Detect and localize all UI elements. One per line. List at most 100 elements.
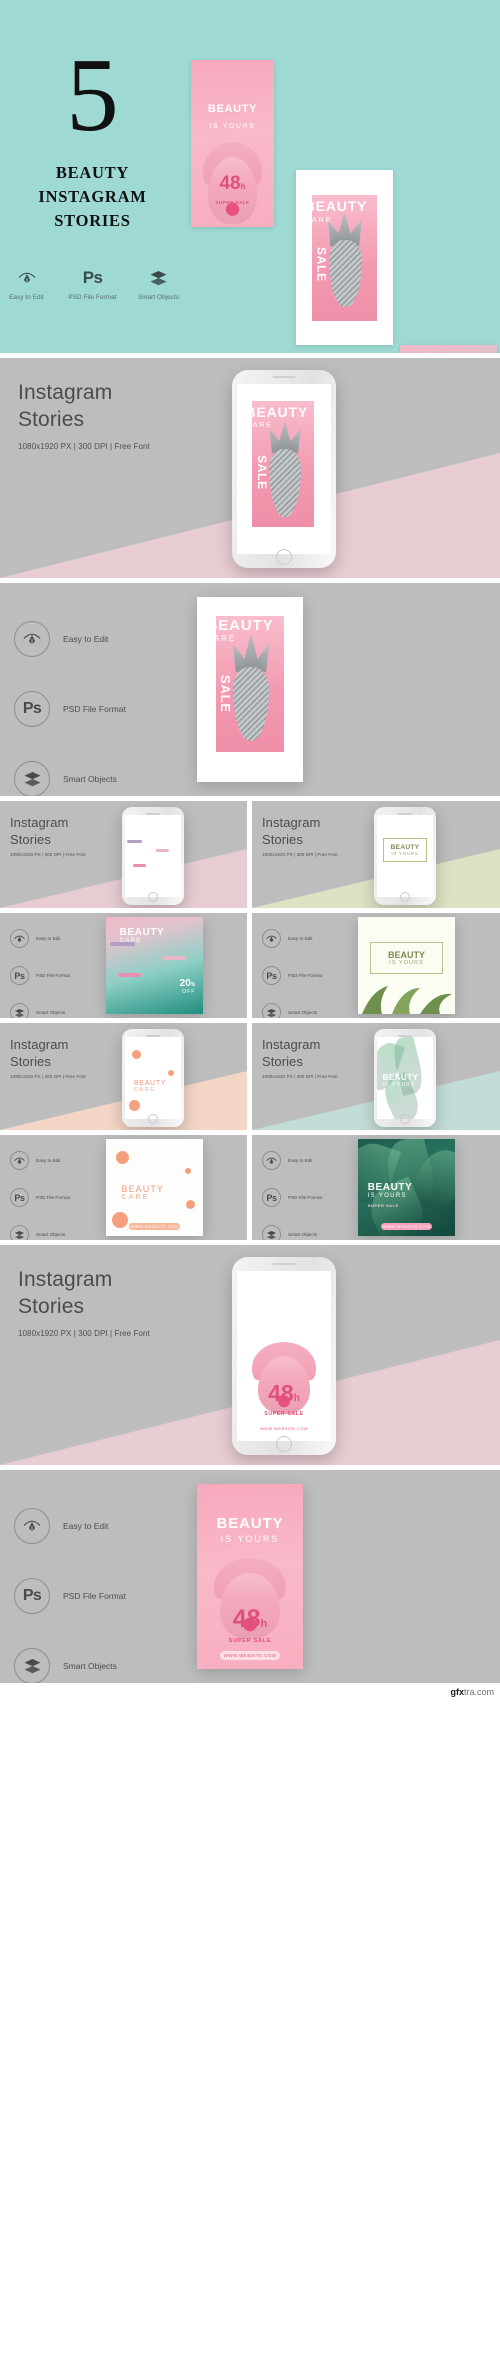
- hero-feature-label: Easy to Edit: [9, 293, 44, 301]
- phone-mockup: BEAUTY CARE: [122, 1029, 184, 1127]
- screen-discount-label: OFF: [164, 872, 176, 878]
- phone-mockup: BEAUTY IS YOURS: [374, 1029, 436, 1127]
- card-website-badge: WWW.WEBSITE.COM: [220, 1650, 280, 1660]
- mini-title-2: Stories: [10, 831, 51, 847]
- phone-home-button[interactable]: [148, 1114, 158, 1124]
- layers-stack-icon: [10, 1003, 29, 1018]
- feature-row-smart-objects: Smart Objects: [14, 1648, 126, 1683]
- panel-spec: 1080x1920 PX | 300 DPI | Free Font: [18, 441, 150, 451]
- thumb-sub-label: CARE: [304, 215, 333, 224]
- mini-spec: 1080x1920 PX | 300 DPI | Free Font: [10, 1074, 86, 1080]
- story-thumb-hand[interactable]: BEAUTY CARE 20% OFF WWW.WEBSITE.COM: [400, 345, 497, 353]
- screen-sub-label: IS YOURS: [257, 1322, 311, 1331]
- panel-title-2: Stories: [18, 1294, 85, 1318]
- pen-nib-icon: [14, 1508, 50, 1544]
- mini-features-green: Easy to Edit Ps PSD File Format Smart Ob…: [252, 913, 500, 1018]
- feature-label: Easy to Edit: [36, 936, 61, 941]
- feature-row-smart-objects: Smart Objects: [10, 1225, 70, 1240]
- story-card-hand[interactable]: BEAUTY CARE 20% OFF: [106, 917, 203, 1014]
- mini-title: Instagram: [262, 815, 321, 830]
- feature-row-easy-to-edit: Easy to Edit: [262, 929, 322, 948]
- screen-sub-label: CARE: [133, 1086, 156, 1093]
- phone-screen-orange[interactable]: BEAUTY CARE: [125, 1037, 181, 1119]
- panel-girl-features: Easy to Edit Ps PSD File Format Smart Ob…: [0, 1470, 500, 1683]
- panel-title-2: Stories: [18, 407, 85, 431]
- card-sub-label: CARE: [206, 634, 236, 644]
- story-thumb-pineapple[interactable]: BEAUTY CARE SALE WWW.WEBSITE.COM: [296, 170, 393, 345]
- phone-screen-leaves[interactable]: BEAUTY IS YOURS: [377, 1037, 433, 1119]
- hero-feature-label: PSD File Format: [68, 293, 117, 301]
- phone-home-button[interactable]: [276, 1436, 292, 1452]
- story-card-pineapple[interactable]: BEAUTY CARE SALE WWW.WEBSITE.COM: [197, 597, 303, 782]
- mini-title-2: Stories: [262, 831, 303, 847]
- screen-sub-label: CARE: [133, 833, 153, 840]
- story-card-leaves[interactable]: BEAUTY IS YOURS SUPER SALE WWW.WEBSITE.C…: [358, 1139, 455, 1236]
- story-card-orange[interactable]: BEAUTY CARE WWW.WEBSITE.COM: [106, 1139, 203, 1236]
- feature-label: PSD File Format: [36, 1195, 70, 1200]
- panel-title: Instagram: [18, 381, 113, 404]
- feature-row-easy-to-edit: Easy to Edit: [14, 1508, 126, 1544]
- card-sub-label: IS YOURS: [389, 960, 424, 967]
- screen-sub-label: CARE: [245, 420, 273, 430]
- thumb-big-number: 48h: [219, 173, 246, 195]
- card-sub-label: IS YOURS: [220, 1533, 280, 1544]
- hero-title-line-3: STORIES: [54, 210, 131, 230]
- screen-tag: SUPER SALE: [264, 1411, 304, 1418]
- phone-home-button[interactable]: [148, 892, 158, 902]
- phone-screen-green[interactable]: BEAUTY IS YOURS: [377, 815, 433, 897]
- palm-leaf-decor: [362, 986, 452, 1014]
- card-vertical-sale: SALE: [218, 674, 234, 713]
- phone-screen-girl[interactable]: BEAUTY IS YOURS 48h SUPER SALE WWW.WEBSI…: [237, 1271, 331, 1441]
- mini-title: Instagram: [10, 815, 69, 830]
- feature-row-easy-to-edit: Easy to Edit: [262, 1151, 322, 1170]
- layers-stack-icon: [262, 1003, 281, 1018]
- screen-vertical-sale: SALE: [254, 455, 269, 491]
- mini-title: Instagram: [10, 1037, 69, 1052]
- layers-stack-icon: [262, 1225, 281, 1240]
- photoshop-ps-icon: Ps: [10, 1188, 29, 1207]
- screen-sub-label: IS YOURS: [391, 850, 419, 856]
- feature-row-smart-objects: Smart Objects: [262, 1003, 322, 1018]
- hero-title: BEAUTY INSTAGRAM STORIES: [38, 161, 146, 233]
- story-thumb-girl[interactable]: BEAUTY IS YOURS 48h SUPER SALE: [191, 60, 274, 227]
- card-website-badge: WWW.WEBSITE.COM: [224, 762, 276, 771]
- card-beauty-label: BEAUTY: [206, 617, 274, 635]
- feature-row-smart-objects: Smart Objects: [14, 761, 126, 796]
- hero-banner: 5 BEAUTY INSTAGRAM STORIES Easy to Edit …: [0, 0, 500, 353]
- phone-home-button[interactable]: [400, 1114, 410, 1124]
- feature-label: PSD File Format: [63, 704, 126, 714]
- mini-spec: 1080x1920 PX | 300 DPI | Free Font: [262, 1074, 338, 1080]
- phone-screen-pineapple[interactable]: BEAUTY CARE SALE WWW.WEBSITE.COM: [237, 384, 331, 554]
- card-beauty-label: BEAUTY: [121, 1183, 165, 1194]
- mini-title: Instagram: [262, 1037, 321, 1052]
- feature-label: Smart Objects: [288, 1232, 318, 1237]
- feature-label: PSD File Format: [288, 973, 322, 978]
- pen-nib-icon: [1, 267, 53, 289]
- phone-speaker: [272, 1263, 296, 1265]
- story-card-green[interactable]: BEAUTY IS YOURS: [358, 917, 455, 1014]
- photoshop-ps-icon: Ps: [14, 691, 50, 727]
- panel-features: Easy to Edit Ps PSD File Format Smart Ob…: [0, 583, 500, 796]
- screen-website-badge: WWW.WEBSITE.COM: [260, 535, 308, 543]
- phone-screen-hand[interactable]: BEAUTY CARE 20% OFF: [125, 815, 181, 897]
- mini-features-hand: Easy to Edit Ps PSD File Format Smart Ob…: [0, 913, 247, 1018]
- hero-title-line-1: BEAUTY: [55, 163, 130, 182]
- feature-row-psd: Ps PSD File Format: [10, 1188, 70, 1207]
- phone-home-button[interactable]: [400, 892, 410, 902]
- feature-label: PSD File Format: [288, 1195, 322, 1200]
- feature-row-easy-to-edit: Easy to Edit: [10, 1151, 70, 1170]
- card-discount: 20%: [179, 977, 196, 989]
- phone-home-button[interactable]: [276, 549, 292, 565]
- hero-feature-list: Easy to Edit Ps PSD File Format Smart Ob…: [1, 267, 185, 301]
- pen-nib-icon: [262, 1151, 281, 1170]
- feature-label: Smart Objects: [63, 774, 117, 784]
- grid-row-2: Instagram Stories 1080x1920 PX | 300 DPI…: [0, 1023, 500, 1130]
- story-card-girl[interactable]: BEAUTY IS YOURS 48h SUPER SALE WWW.WEBSI…: [197, 1484, 303, 1669]
- phone-speaker: [272, 376, 296, 378]
- card-beauty-label: BEAUTY: [216, 1515, 284, 1533]
- feature-row-psd: Ps PSD File Format: [14, 691, 126, 727]
- photoshop-ps-icon: Ps: [14, 1578, 50, 1614]
- photoshop-ps-icon: Ps: [262, 966, 281, 985]
- thumb-tag: SUPER SALE: [215, 200, 250, 206]
- pen-nib-icon: [10, 1151, 29, 1170]
